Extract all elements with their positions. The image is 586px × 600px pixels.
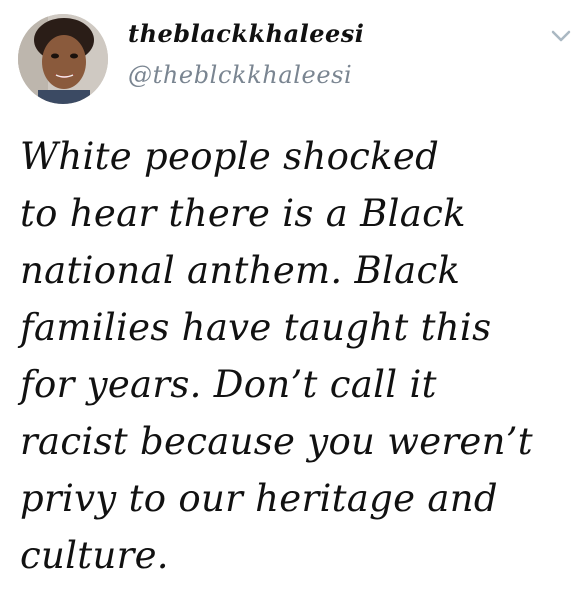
tweet-text-line: for years. Don’t call it <box>20 363 437 406</box>
tweet-text-line: racist because you weren’t <box>20 420 533 463</box>
tweet-card: theblackkhaleesi @theblckkhaleesi White … <box>0 0 586 600</box>
avatar-photo <box>18 14 108 104</box>
tweet-text: White people shocked to hear there is a … <box>20 128 576 584</box>
tweet-text-line: privy to our heritage and <box>20 477 498 520</box>
tweet-text-line: national anthem. Black <box>20 249 461 292</box>
tweet-text-line: culture. <box>20 534 169 577</box>
chevron-down-icon[interactable] <box>550 28 572 44</box>
display-name[interactable]: theblackkhaleesi <box>128 18 364 50</box>
user-handle[interactable]: @theblckkhaleesi <box>128 60 364 90</box>
tweet-text-line: to hear there is a Black <box>20 192 466 235</box>
tweet-text-line: White people shocked <box>20 135 440 178</box>
tweet-text-line: families have taught this <box>20 306 492 349</box>
avatar[interactable] <box>18 14 108 104</box>
tweet-header: theblackkhaleesi @theblckkhaleesi <box>128 18 364 90</box>
